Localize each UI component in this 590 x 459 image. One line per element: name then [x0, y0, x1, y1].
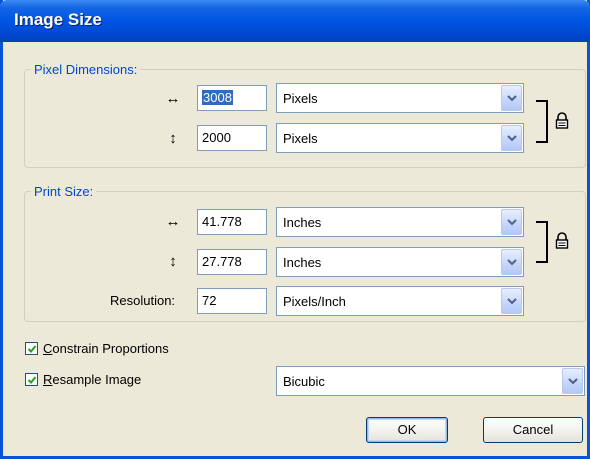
print-height-unit-dropdown[interactable]: Inches	[276, 247, 524, 277]
print-width-input[interactable]: 41.778	[197, 209, 267, 235]
pixel-height-value: 2000	[202, 130, 231, 145]
print-height-value: 27.778	[202, 254, 242, 269]
width-arrow-icon: ↔	[165, 90, 181, 107]
chevron-down-icon[interactable]	[501, 249, 522, 275]
pixel-height-unit-dropdown[interactable]: Pixels	[276, 123, 524, 153]
constrain-link-bracket	[536, 221, 548, 263]
pixel-dimensions-legend: Pixel Dimensions:	[34, 62, 138, 77]
chevron-down-icon[interactable]	[562, 368, 583, 394]
constrain-link-bracket	[536, 100, 548, 143]
resample-method: Bicubic	[283, 374, 325, 389]
resample-image-label[interactable]: Resample Image	[43, 371, 141, 389]
chevron-down-icon[interactable]	[501, 288, 522, 314]
window-title: Image Size	[14, 10, 102, 29]
chevron-down-icon[interactable]	[501, 209, 522, 235]
pixel-width-input[interactable]: 3008	[197, 85, 267, 111]
print-height-unit: Inches	[283, 255, 322, 270]
checkmark-icon	[27, 376, 37, 384]
constrain-proportions-checkbox[interactable]	[25, 342, 38, 355]
resample-method-dropdown[interactable]: Bicubic	[276, 366, 585, 396]
title-bar[interactable]: Image Size	[0, 0, 590, 42]
resolution-unit-dropdown[interactable]: Pixels/Inch	[276, 286, 524, 316]
resolution-value: 72	[202, 293, 217, 308]
pixel-width-unit-dropdown[interactable]: Pixels	[276, 83, 524, 113]
resolution-label: Resolution:	[110, 293, 176, 308]
print-width-value: 41.778	[202, 214, 242, 229]
chevron-down-icon[interactable]	[501, 125, 522, 151]
print-width-unit-dropdown[interactable]: Inches	[276, 207, 524, 237]
constrain-proportions-label[interactable]: Constrain Proportions	[43, 340, 169, 358]
pixel-width-unit: Pixels	[283, 91, 318, 106]
ok-button[interactable]: OK	[366, 417, 448, 443]
lock-icon	[555, 232, 569, 249]
print-width-unit: Inches	[283, 215, 322, 230]
height-arrow-icon: ↕	[169, 253, 177, 270]
resolution-input[interactable]: 72	[197, 288, 267, 314]
pixel-height-unit: Pixels	[283, 131, 318, 146]
chevron-down-icon[interactable]	[501, 85, 522, 111]
cancel-button[interactable]: Cancel	[483, 417, 583, 443]
width-arrow-icon: ↔	[165, 213, 181, 230]
height-arrow-icon: ↕	[169, 130, 177, 147]
resample-image-checkbox[interactable]	[25, 373, 38, 386]
pixel-height-input[interactable]: 2000	[197, 125, 267, 151]
checkmark-icon	[27, 345, 37, 353]
print-height-input[interactable]: 27.778	[197, 249, 267, 275]
image-size-dialog: Image Size Pixel Dimensions: ↔ 3008 Pixe…	[0, 0, 590, 459]
print-size-legend: Print Size:	[34, 184, 94, 199]
resolution-unit: Pixels/Inch	[283, 294, 346, 309]
pixel-width-value: 3008	[202, 90, 233, 105]
lock-icon	[555, 112, 569, 129]
